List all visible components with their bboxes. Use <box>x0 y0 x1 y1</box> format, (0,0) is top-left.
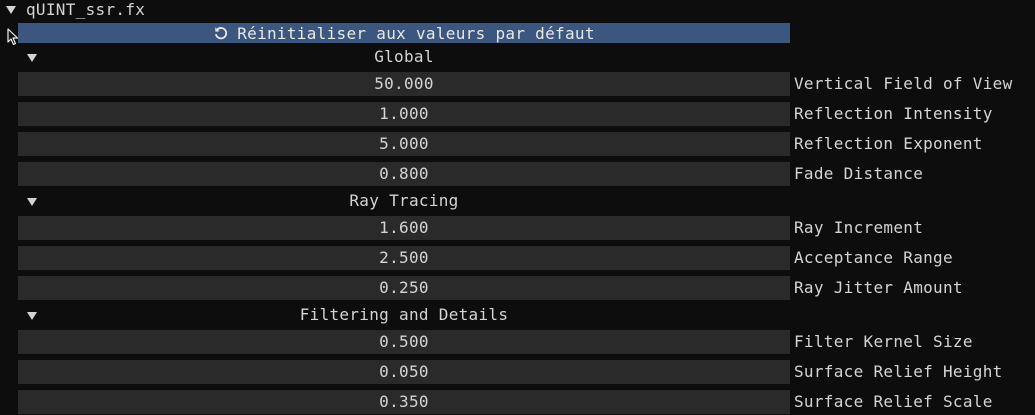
param-row: 0.800 Fade Distance <box>18 162 1035 186</box>
param-row: 0.250 Ray Jitter Amount <box>18 276 1035 300</box>
param-label: Ray Increment <box>794 218 924 237</box>
param-row: 2.500 Acceptance Range <box>18 246 1035 270</box>
param-label: Ray Jitter Amount <box>794 278 963 297</box>
reset-defaults-label: Réinitialiser aux valeurs par défaut <box>237 23 595 43</box>
effect-panel: qUINT_ssr.fx Réinitialiser aux valeurs p… <box>0 0 1035 415</box>
value-slider[interactable]: 2.500 <box>18 246 790 270</box>
mouse-cursor-icon <box>7 28 19 46</box>
value-slider[interactable]: 0.500 <box>18 330 790 354</box>
param-label: Filter Kernel Size <box>794 332 973 351</box>
section-title: Global <box>374 47 434 66</box>
param-row: 50.000 Vertical Field of View <box>18 72 1035 96</box>
value-slider[interactable]: 0.050 <box>18 360 790 384</box>
value-slider[interactable]: 5.000 <box>18 132 790 156</box>
param-row: 5.000 Reflection Exponent <box>18 132 1035 156</box>
section-title: Ray Tracing <box>349 191 459 210</box>
value-slider[interactable]: 0.800 <box>18 162 790 186</box>
section-global[interactable]: Global <box>18 46 790 68</box>
value-slider[interactable]: 50.000 <box>18 72 790 96</box>
value-slider[interactable]: 0.350 <box>18 390 790 414</box>
param-row: 0.350 Surface Relief Scale <box>18 390 1035 414</box>
effect-file-title: qUINT_ssr.fx <box>26 0 146 19</box>
param-label: Surface Relief Scale <box>794 392 993 411</box>
section-filtering-details[interactable]: Filtering and Details <box>18 304 790 326</box>
param-label: Surface Relief Height <box>794 362 1003 381</box>
section-ray-tracing[interactable]: Ray Tracing <box>18 190 790 212</box>
reset-icon <box>213 25 229 41</box>
param-label: Reflection Exponent <box>794 134 983 153</box>
value-slider[interactable]: 1.000 <box>18 102 790 126</box>
reset-defaults-button[interactable]: Réinitialiser aux valeurs par défaut <box>18 23 790 43</box>
param-row: 1.000 Reflection Intensity <box>18 102 1035 126</box>
param-row: 0.500 Filter Kernel Size <box>18 330 1035 354</box>
param-row: 0.050 Surface Relief Height <box>18 360 1035 384</box>
collapse-arrow-icon[interactable] <box>6 6 16 14</box>
effect-header[interactable]: qUINT_ssr.fx <box>0 0 1035 20</box>
value-slider[interactable]: 1.600 <box>18 216 790 240</box>
value-slider[interactable]: 0.250 <box>18 276 790 300</box>
param-label: Vertical Field of View <box>794 74 1013 93</box>
section-title: Filtering and Details <box>299 305 509 324</box>
param-label: Acceptance Range <box>794 248 953 267</box>
param-label: Reflection Intensity <box>794 104 993 123</box>
param-row: 1.600 Ray Increment <box>18 216 1035 240</box>
param-label: Fade Distance <box>794 164 924 183</box>
